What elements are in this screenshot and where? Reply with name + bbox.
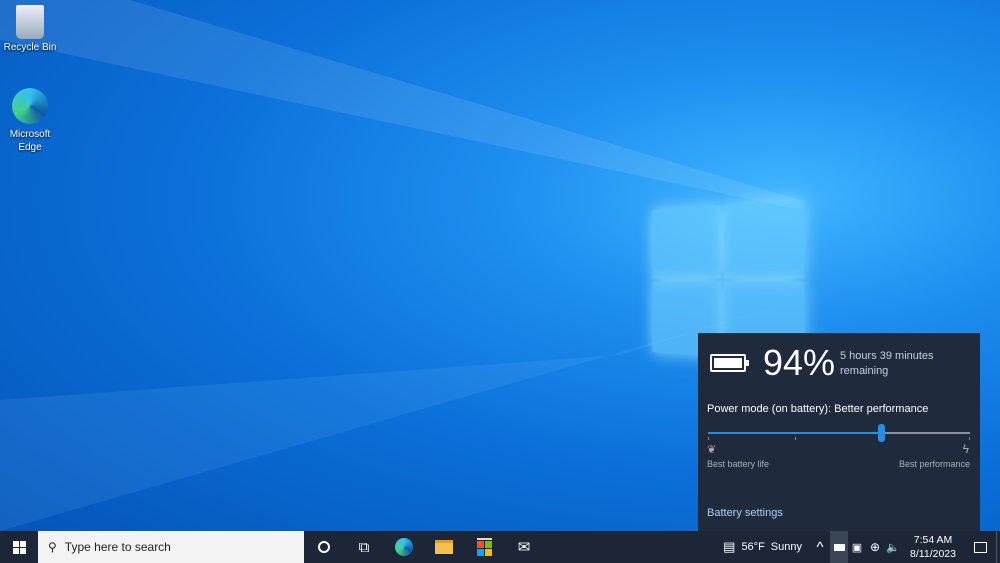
slider-thumb[interactable] xyxy=(877,424,885,442)
mail-icon: ✉ xyxy=(517,539,531,556)
clock-date: 8/11/2023 xyxy=(910,548,956,560)
chevron-up-icon: ^ xyxy=(816,538,824,556)
show-desktop-button[interactable] xyxy=(996,531,1000,563)
show-hidden-icons[interactable]: ^ xyxy=(810,531,830,563)
cortana-button[interactable] xyxy=(304,531,344,563)
battery-tray-button[interactable] xyxy=(830,531,848,563)
speaker-icon: 🔈 xyxy=(886,541,900,554)
store-icon xyxy=(476,538,492,556)
taskbar-store[interactable] xyxy=(464,531,504,563)
battery-percent: 94% xyxy=(763,342,836,383)
cortana-icon xyxy=(318,541,330,553)
network-button[interactable]: ⊕ xyxy=(866,531,884,563)
lightning-icon: ϟ xyxy=(962,442,969,456)
time-remaining: 5 hours 39 minutes xyxy=(840,350,934,362)
folder-icon xyxy=(435,540,453,554)
search-box[interactable]: ⚲ Type here to search xyxy=(38,531,304,563)
battery-settings-link[interactable]: Battery settings xyxy=(707,507,783,519)
edge-icon xyxy=(12,88,48,124)
meet-now-button[interactable]: ▣ xyxy=(848,531,866,563)
taskbar: ⚲ Type here to search ⧉ ✉ ▤ 56°F Sunny ^ … xyxy=(0,531,1000,563)
news-icon: ▤ xyxy=(723,539,736,554)
task-view-icon: ⧉ xyxy=(358,538,370,556)
battery-flyout: 94% 5 hours 39 minutes remaining Power m… xyxy=(698,333,980,531)
notification-icon xyxy=(973,541,987,553)
action-center-button[interactable] xyxy=(964,531,996,563)
best-performance-label: Best performance xyxy=(898,459,970,469)
time-remaining-label: remaining xyxy=(840,365,889,377)
power-mode-label: Power mode (on battery): Better performa… xyxy=(707,403,929,415)
recycle-bin-icon xyxy=(16,5,44,39)
power-mode-slider[interactable] xyxy=(708,424,970,444)
windows-icon xyxy=(12,540,26,554)
edge-icon xyxy=(395,538,413,556)
volume-button[interactable]: 🔈 xyxy=(884,531,902,563)
clock-time: 7:54 AM xyxy=(913,534,953,546)
task-view-button[interactable]: ⧉ xyxy=(344,531,384,563)
weather-text: Sunny xyxy=(770,541,802,553)
clock[interactable]: 7:54 AM 8/11/2023 xyxy=(902,533,964,561)
battery-icon xyxy=(833,543,845,551)
weather-temp: 56°F xyxy=(741,541,765,553)
leaf-icon: ❦ xyxy=(707,444,717,456)
desktop-icon-microsoft-edge[interactable]: Microsoft Edge xyxy=(0,88,60,154)
search-placeholder: Type here to search xyxy=(64,540,171,554)
desktop-icon-recycle-bin[interactable]: Recycle Bin xyxy=(0,5,60,53)
taskbar-edge[interactable] xyxy=(384,531,424,563)
search-icon: ⚲ xyxy=(48,540,57,554)
taskbar-file-explorer[interactable] xyxy=(424,531,464,563)
globe-icon: ⊕ xyxy=(869,540,881,554)
camera-icon: ▣ xyxy=(851,541,863,554)
battery-icon xyxy=(710,354,749,372)
start-button[interactable] xyxy=(0,531,38,563)
weather-widget[interactable]: ▤ 56°F Sunny xyxy=(715,539,810,555)
best-battery-label: Best battery life xyxy=(707,459,770,469)
taskbar-mail[interactable]: ✉ xyxy=(504,531,544,563)
